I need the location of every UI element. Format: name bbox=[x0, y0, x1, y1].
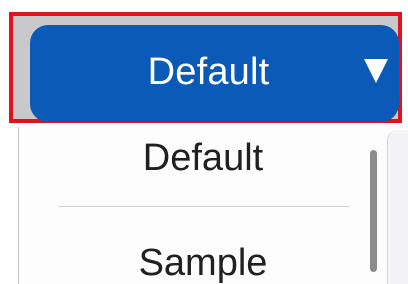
side-panel bbox=[387, 130, 408, 284]
dropdown-screen: Default Default Sample bbox=[0, 0, 408, 284]
dropdown-selected-label: Default bbox=[147, 51, 270, 93]
triangle-down-icon bbox=[364, 59, 388, 83]
menu-item-sample[interactable]: Sample bbox=[19, 237, 387, 284]
menu-item-label: Sample bbox=[138, 241, 268, 284]
menu-divider bbox=[59, 206, 349, 207]
scrollbar-thumb[interactable] bbox=[370, 150, 377, 272]
menu-item-default[interactable]: Default bbox=[19, 132, 387, 184]
dropdown-button[interactable]: Default bbox=[30, 25, 399, 122]
dropdown-menu: Default Sample bbox=[18, 127, 387, 284]
left-edge bbox=[0, 127, 18, 284]
menu-item-label: Default bbox=[142, 136, 264, 179]
